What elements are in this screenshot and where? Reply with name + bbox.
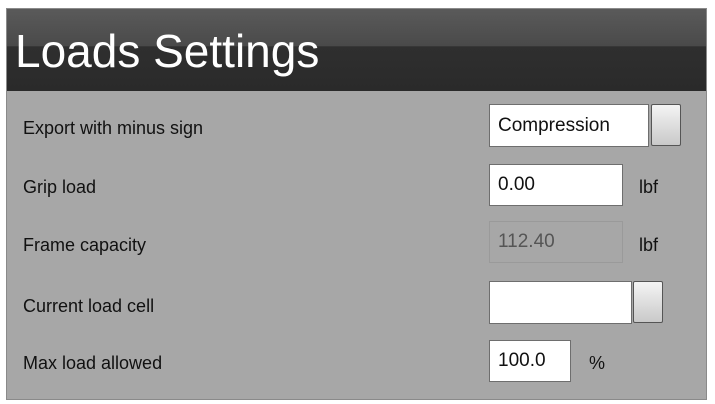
grip-load-input[interactable]: 0.00 — [489, 164, 623, 206]
loads-settings-panel: Loads Settings Export with minus sign Co… — [6, 8, 707, 400]
grip-load-label: Grip load — [23, 177, 97, 197]
max-load-allowed-unit: % — [589, 353, 606, 373]
title-bar: Loads Settings — [7, 9, 706, 91]
export-minus-sign-label: Export with minus sign — [23, 118, 204, 138]
frame-capacity-field: 112.40 — [489, 221, 623, 263]
export-minus-sign-dropdown-button[interactable] — [651, 104, 681, 146]
current-load-cell-select[interactable] — [489, 281, 632, 324]
frame-capacity-label: Frame capacity — [23, 235, 147, 255]
frame-capacity-unit: lbf — [639, 235, 659, 255]
max-load-allowed-input[interactable]: 100.0 — [489, 340, 571, 382]
current-load-cell-label: Current load cell — [23, 296, 155, 316]
page-title: Loads Settings — [15, 25, 320, 77]
current-load-cell-dropdown-button[interactable] — [633, 281, 663, 323]
grip-load-unit: lbf — [639, 177, 659, 197]
max-load-allowed-label: Max load allowed — [23, 353, 163, 373]
export-minus-sign-select[interactable]: Compression — [489, 104, 649, 147]
